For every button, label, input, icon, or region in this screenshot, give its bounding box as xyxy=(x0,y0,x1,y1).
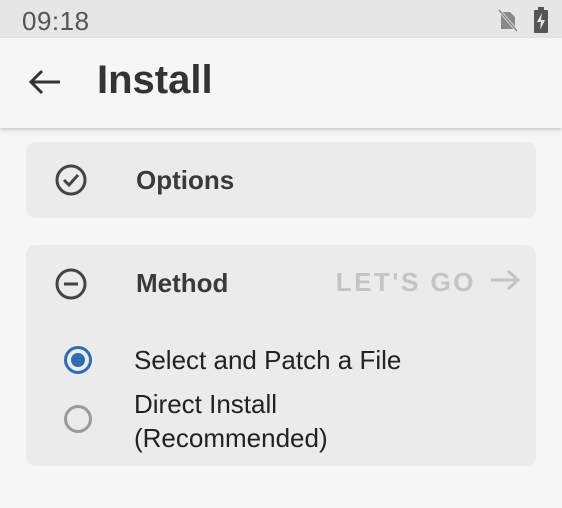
radio-direct-install[interactable]: Direct Install (Recommended) xyxy=(64,387,328,455)
lets-go-button[interactable]: LET'S GO xyxy=(335,267,521,298)
radio-label-direct-install-line2: (Recommended) xyxy=(134,423,328,453)
radio-label-direct-install: Direct Install (Recommended) xyxy=(134,387,328,455)
options-card[interactable]: Options xyxy=(26,142,536,218)
radio-select-and-patch[interactable]: Select and Patch a File xyxy=(64,343,401,377)
check-circle-icon xyxy=(54,163,88,197)
no-sim-icon xyxy=(497,8,519,37)
radio-label-select-and-patch: Select and Patch a File xyxy=(134,345,402,375)
method-title: Method xyxy=(136,268,229,298)
status-time: 09:18 xyxy=(22,6,90,36)
back-button[interactable] xyxy=(22,66,68,102)
app-bar: Install xyxy=(0,38,562,128)
status-bar: 09:18 xyxy=(0,0,562,38)
lets-go-label: LET'S GO xyxy=(335,267,476,297)
radio-label-direct-install-line1: Direct Install xyxy=(134,389,278,419)
status-icons xyxy=(497,7,548,38)
minus-circle-icon xyxy=(54,267,88,301)
arrow-left-icon xyxy=(28,69,62,100)
arrow-right-icon xyxy=(490,267,521,298)
method-card: Method LET'S GO Select and Patch a File … xyxy=(26,245,536,466)
radio-checked-icon[interactable] xyxy=(64,346,92,374)
options-title: Options xyxy=(136,165,235,195)
page-title: Install xyxy=(97,58,213,102)
battery-charging-icon xyxy=(534,7,548,38)
radio-unchecked-icon[interactable] xyxy=(64,405,92,433)
